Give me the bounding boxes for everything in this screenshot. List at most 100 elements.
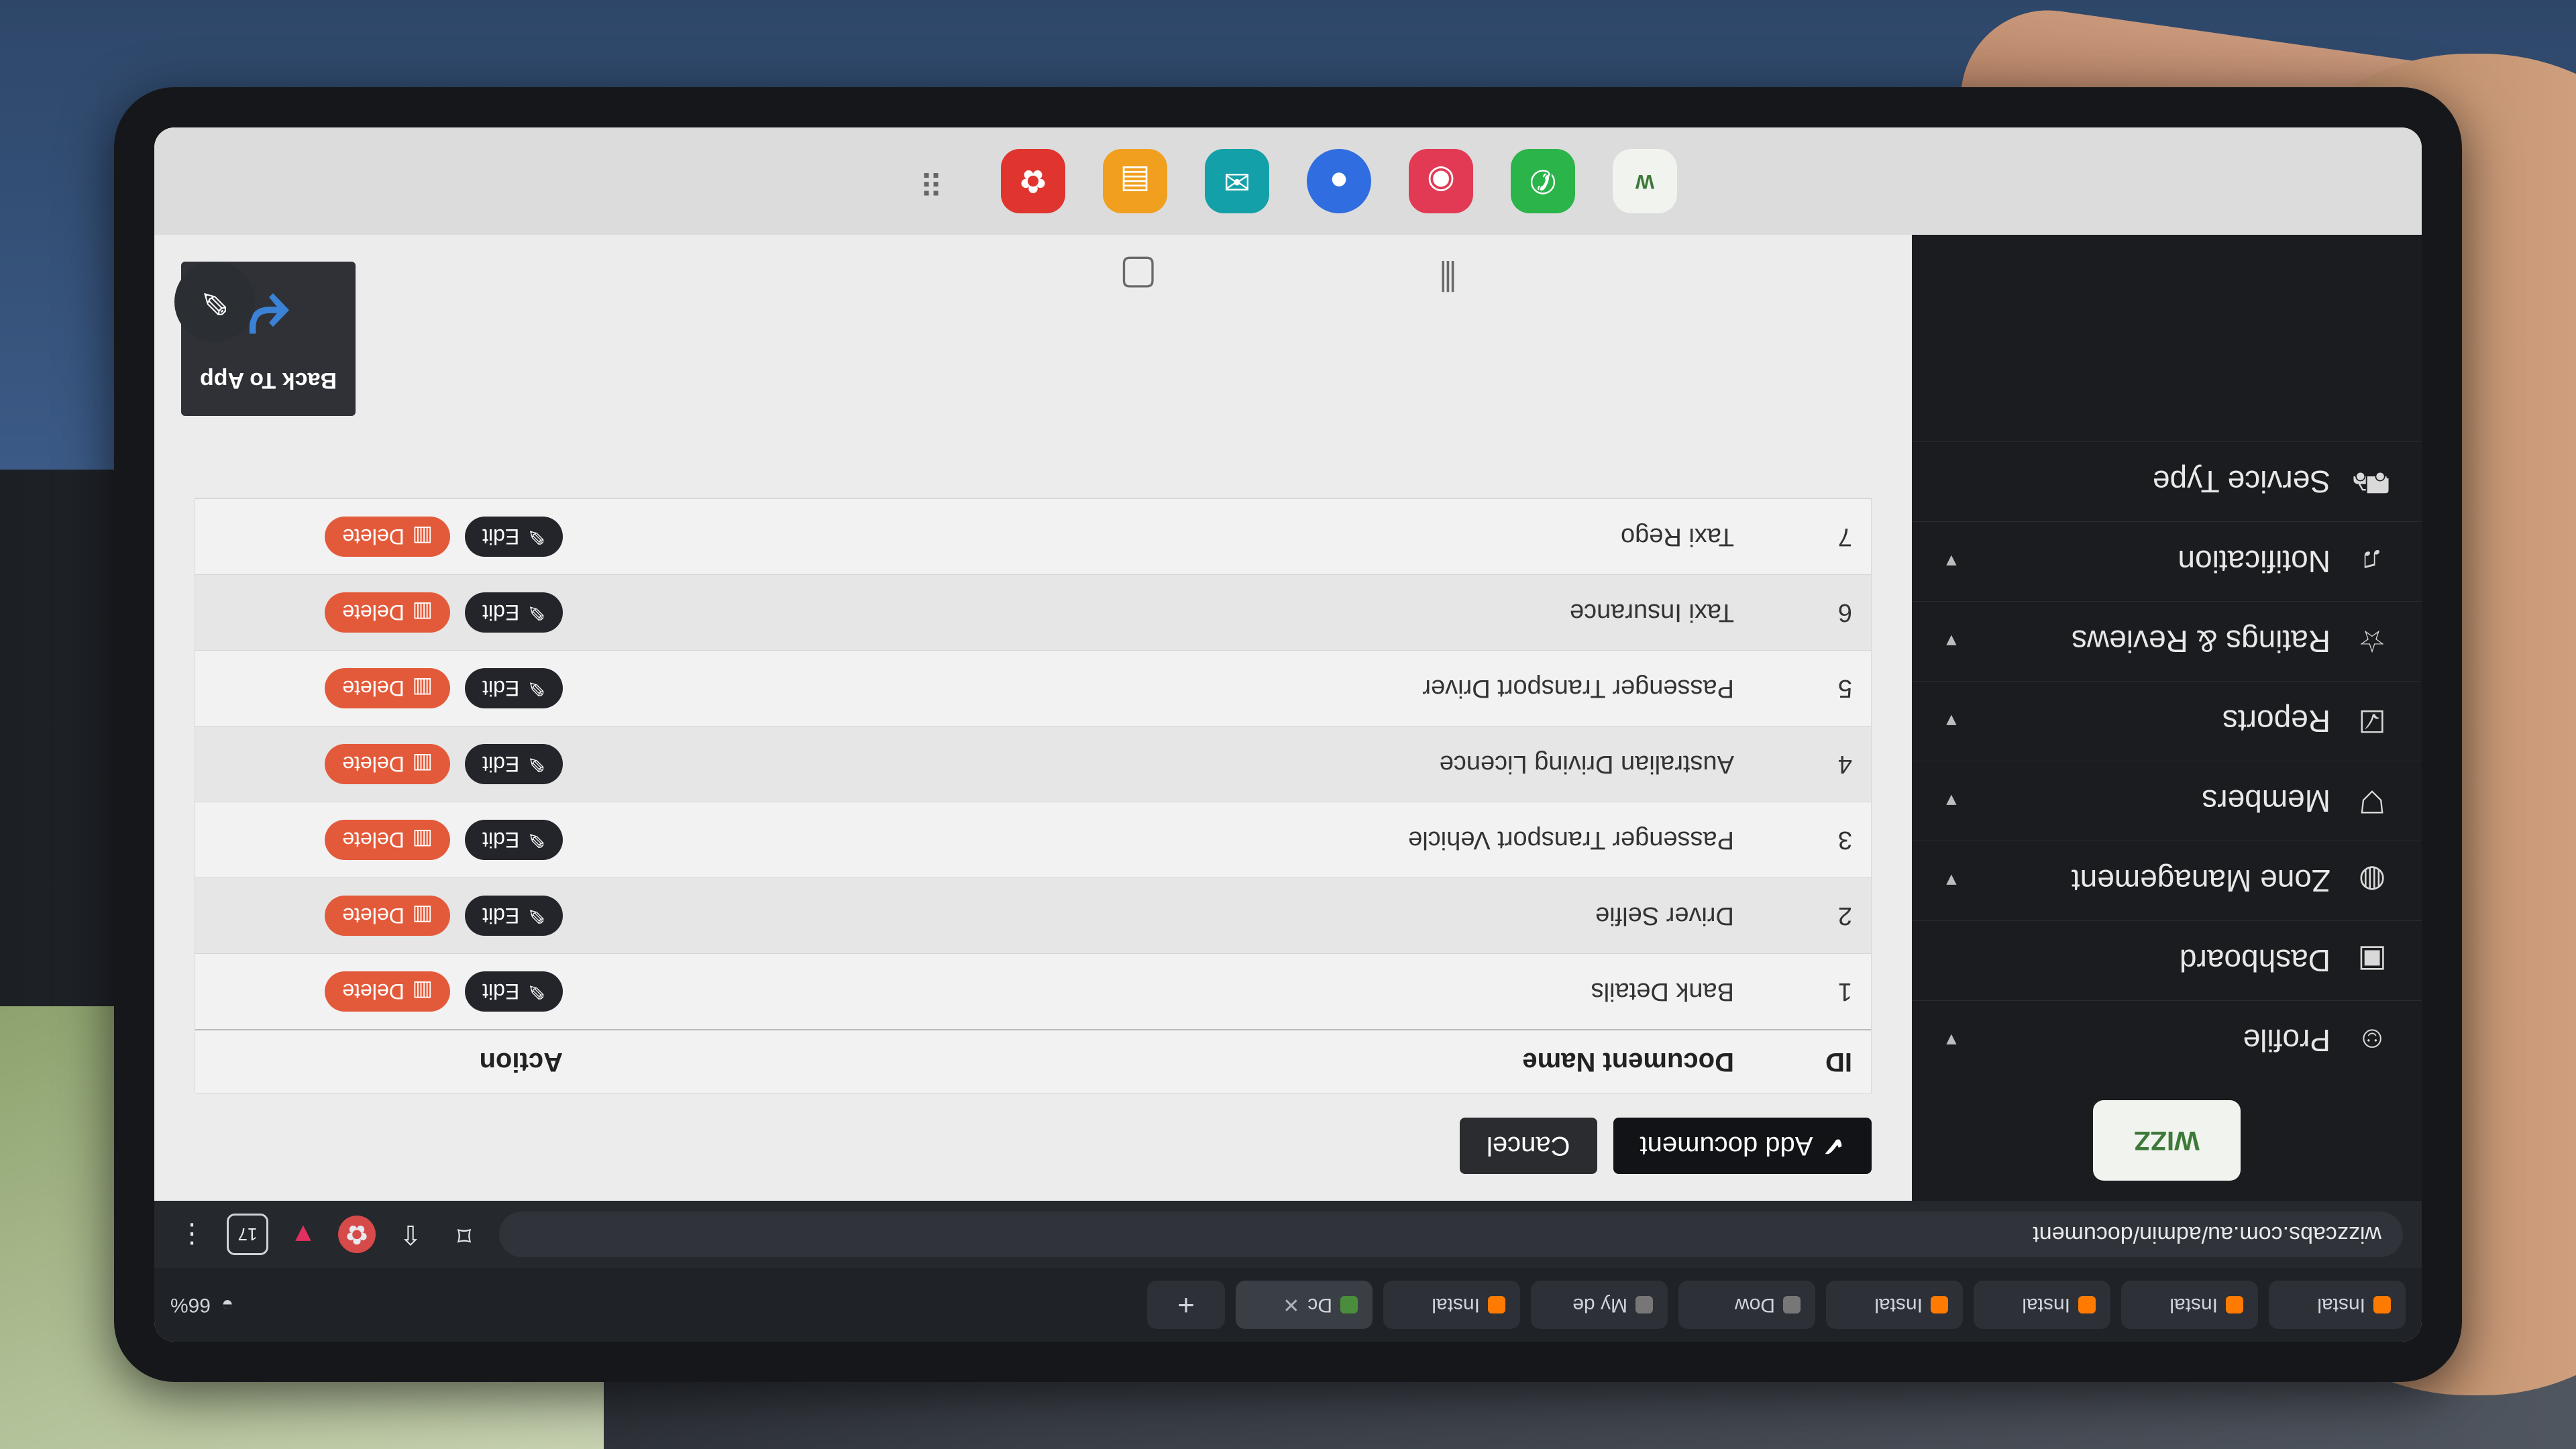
- browser-tab-active[interactable]: Dc ✕: [1236, 1281, 1373, 1329]
- tab-label: My de: [1572, 1294, 1627, 1316]
- cell-action: ✎ Edit ▥ Delete: [195, 877, 582, 954]
- delete-label: Delete: [342, 525, 405, 549]
- sidebar-item-label: Notification: [2178, 544, 2330, 579]
- cancel-button[interactable]: Cancel: [1460, 1118, 1597, 1174]
- sidebar-item-ratings[interactable]: ☆ Ratings & Reviews ▼: [1912, 601, 2422, 681]
- edit-button[interactable]: ✎ Edit: [465, 592, 563, 633]
- home-icon[interactable]: ▢: [1119, 252, 1157, 299]
- trash-icon: ▥: [412, 752, 433, 776]
- tab-label: Instal: [1874, 1294, 1923, 1316]
- cell-action: ✎ Edit ▥ Delete: [195, 726, 582, 802]
- user-icon: ☺: [2356, 1023, 2388, 1058]
- notes-app-icon[interactable]: ▤: [1103, 149, 1167, 213]
- extension-icon[interactable]: ✿: [338, 1216, 376, 1253]
- delete-button[interactable]: ▥ Delete: [325, 820, 451, 860]
- pencil-icon: ✎: [527, 752, 545, 776]
- bixby-app-icon[interactable]: ●: [1307, 149, 1371, 213]
- phone-app-icon[interactable]: ✆: [1511, 149, 1575, 213]
- chevron-down-icon: ▼: [1943, 871, 1960, 892]
- app-drawer-icon[interactable]: ⠿: [899, 149, 963, 213]
- favicon-icon: [2226, 1296, 2243, 1313]
- browser-tab[interactable]: Instal: [1826, 1281, 1963, 1329]
- cell-action: ✎ Edit ▥ Delete: [195, 802, 582, 878]
- table-row: 4 Australian Driving Licence ✎ Edit ▥ Dele…: [195, 726, 1871, 802]
- pencil-icon: ✎: [527, 904, 545, 928]
- edit-label: Edit: [482, 979, 520, 1004]
- photo-scene: Instal Instal Instal Instal Dow My de In…: [0, 0, 2576, 1449]
- more-menu-icon[interactable]: ⋮: [173, 1216, 211, 1253]
- pencil-icon: ✎: [527, 600, 545, 625]
- star-icon: ☆: [2358, 624, 2386, 659]
- recents-icon[interactable]: ⦀: [1439, 252, 1456, 299]
- header-id: ID: [1753, 1030, 1871, 1093]
- close-tab-icon[interactable]: ✕: [1283, 1293, 1299, 1317]
- sidebar-item-label: Profile: [2243, 1023, 2330, 1058]
- tab-label: Dc: [1307, 1294, 1332, 1316]
- sidebar-item-profile[interactable]: ☺ Profile ▼: [1912, 1000, 2422, 1080]
- messages-app-icon[interactable]: ✉: [1205, 149, 1269, 213]
- wizz-app-icon[interactable]: W: [1613, 149, 1677, 213]
- edit-button[interactable]: ✎ Edit: [465, 971, 563, 1012]
- cell-id: 5: [1753, 650, 1871, 727]
- sidebar-item-zone-management[interactable]: ◍ Zone Management ▼: [1912, 841, 2422, 920]
- cell-id: 6: [1753, 574, 1871, 651]
- wizz-logo[interactable]: WIZZ: [2093, 1100, 2241, 1181]
- sidebar-item-label: Service Type: [2152, 464, 2330, 499]
- camera-app-icon[interactable]: ◉: [1409, 149, 1473, 213]
- battery-level: 66%: [170, 1294, 211, 1316]
- delete-button[interactable]: ▥ Delete: [325, 971, 451, 1012]
- trash-icon: ▥: [412, 676, 433, 700]
- edit-button[interactable]: ✎ Edit: [465, 896, 563, 936]
- pen-icon[interactable]: ✎: [174, 262, 255, 342]
- browser-toolbar: wizzcabs.com.au/admin/document ⌑ ⇧ ✿ ▼ 1…: [154, 1201, 2422, 1268]
- edit-button[interactable]: ✎ Edit: [465, 668, 563, 708]
- wifi-icon: ◒: [221, 1294, 234, 1316]
- vivaldi-icon[interactable]: ▼: [284, 1216, 322, 1253]
- tab-count[interactable]: 17: [227, 1214, 268, 1255]
- bookmark-icon[interactable]: ⌑: [445, 1216, 483, 1253]
- delete-button[interactable]: ▥ Delete: [325, 668, 451, 708]
- sidebar-item-members[interactable]: ⛉ Members ▼: [1912, 761, 2422, 841]
- delete-button[interactable]: ▥ Delete: [325, 517, 451, 557]
- browser-tab[interactable]: Instal: [2121, 1281, 2258, 1329]
- filter-icon: ⛉: [2360, 784, 2384, 819]
- delete-button[interactable]: ▥ Delete: [325, 744, 451, 784]
- gallery-app-icon[interactable]: ✿: [1001, 149, 1065, 213]
- edit-button[interactable]: ✎ Edit: [465, 820, 563, 860]
- table-row: 5 Passenger Transport Driver ✎ Edit ▥ Dele…: [195, 650, 1871, 727]
- header-document-name: Document Name: [582, 1030, 1753, 1093]
- add-document-button[interactable]: ✔ Add document: [1613, 1118, 1872, 1174]
- sidebar-item-service-type[interactable]: ⛟ Service Type: [1912, 441, 2422, 521]
- table-header: ID Document Name Action: [195, 1030, 1871, 1093]
- browser-tab[interactable]: Dow: [1678, 1281, 1815, 1329]
- table-row: 7 Taxi Rego ✎ Edit ▥ Delete: [195, 498, 1871, 575]
- browser-tab[interactable]: My de: [1531, 1281, 1668, 1329]
- url-field[interactable]: wizzcabs.com.au/admin/document: [499, 1212, 2403, 1257]
- back-to-app-label: Back To App: [199, 368, 337, 394]
- browser-tab[interactable]: Instal: [1974, 1281, 2110, 1329]
- sidebar-item-reports[interactable]: ☑ Reports ▼: [1912, 681, 2422, 761]
- edit-button[interactable]: ✎ Edit: [465, 744, 563, 784]
- cell-document-name: Driver Selfie: [582, 877, 1753, 954]
- browser-tab[interactable]: Instal: [2269, 1281, 2406, 1329]
- sidebar-item-notification[interactable]: ♫ Notification ▼: [1912, 521, 2422, 601]
- edit-button[interactable]: ✎ Edit: [465, 517, 563, 557]
- table-row: 1 Bank Details ✎ Edit ▥ Delete: [195, 953, 1871, 1030]
- tab-label: Dow: [1734, 1294, 1775, 1316]
- delete-button[interactable]: ▥ Delete: [325, 896, 451, 936]
- screen-content: Instal Instal Instal Instal Dow My de In…: [154, 127, 2422, 1342]
- tab-label: Instal: [2022, 1294, 2070, 1316]
- delete-button[interactable]: ▥ Delete: [325, 592, 451, 633]
- dashboard-icon: ▣: [2357, 943, 2387, 978]
- new-tab-button[interactable]: +: [1147, 1281, 1225, 1329]
- brand: WIZZ: [1912, 1080, 2422, 1201]
- pencil-icon: ✎: [527, 979, 545, 1004]
- browser-tab[interactable]: Instal: [1383, 1281, 1520, 1329]
- tablet: Instal Instal Instal Instal Dow My de In…: [114, 87, 2462, 1382]
- upload-icon[interactable]: ⇧: [392, 1216, 429, 1253]
- trash-icon: ▥: [412, 828, 433, 852]
- chevron-down-icon: ▼: [1943, 1030, 1960, 1051]
- cell-document-name: Passenger Transport Driver: [582, 650, 1753, 727]
- sidebar-item-dashboard[interactable]: ▣ Dashboard: [1912, 920, 2422, 1000]
- add-document-label: Add document: [1640, 1131, 1813, 1161]
